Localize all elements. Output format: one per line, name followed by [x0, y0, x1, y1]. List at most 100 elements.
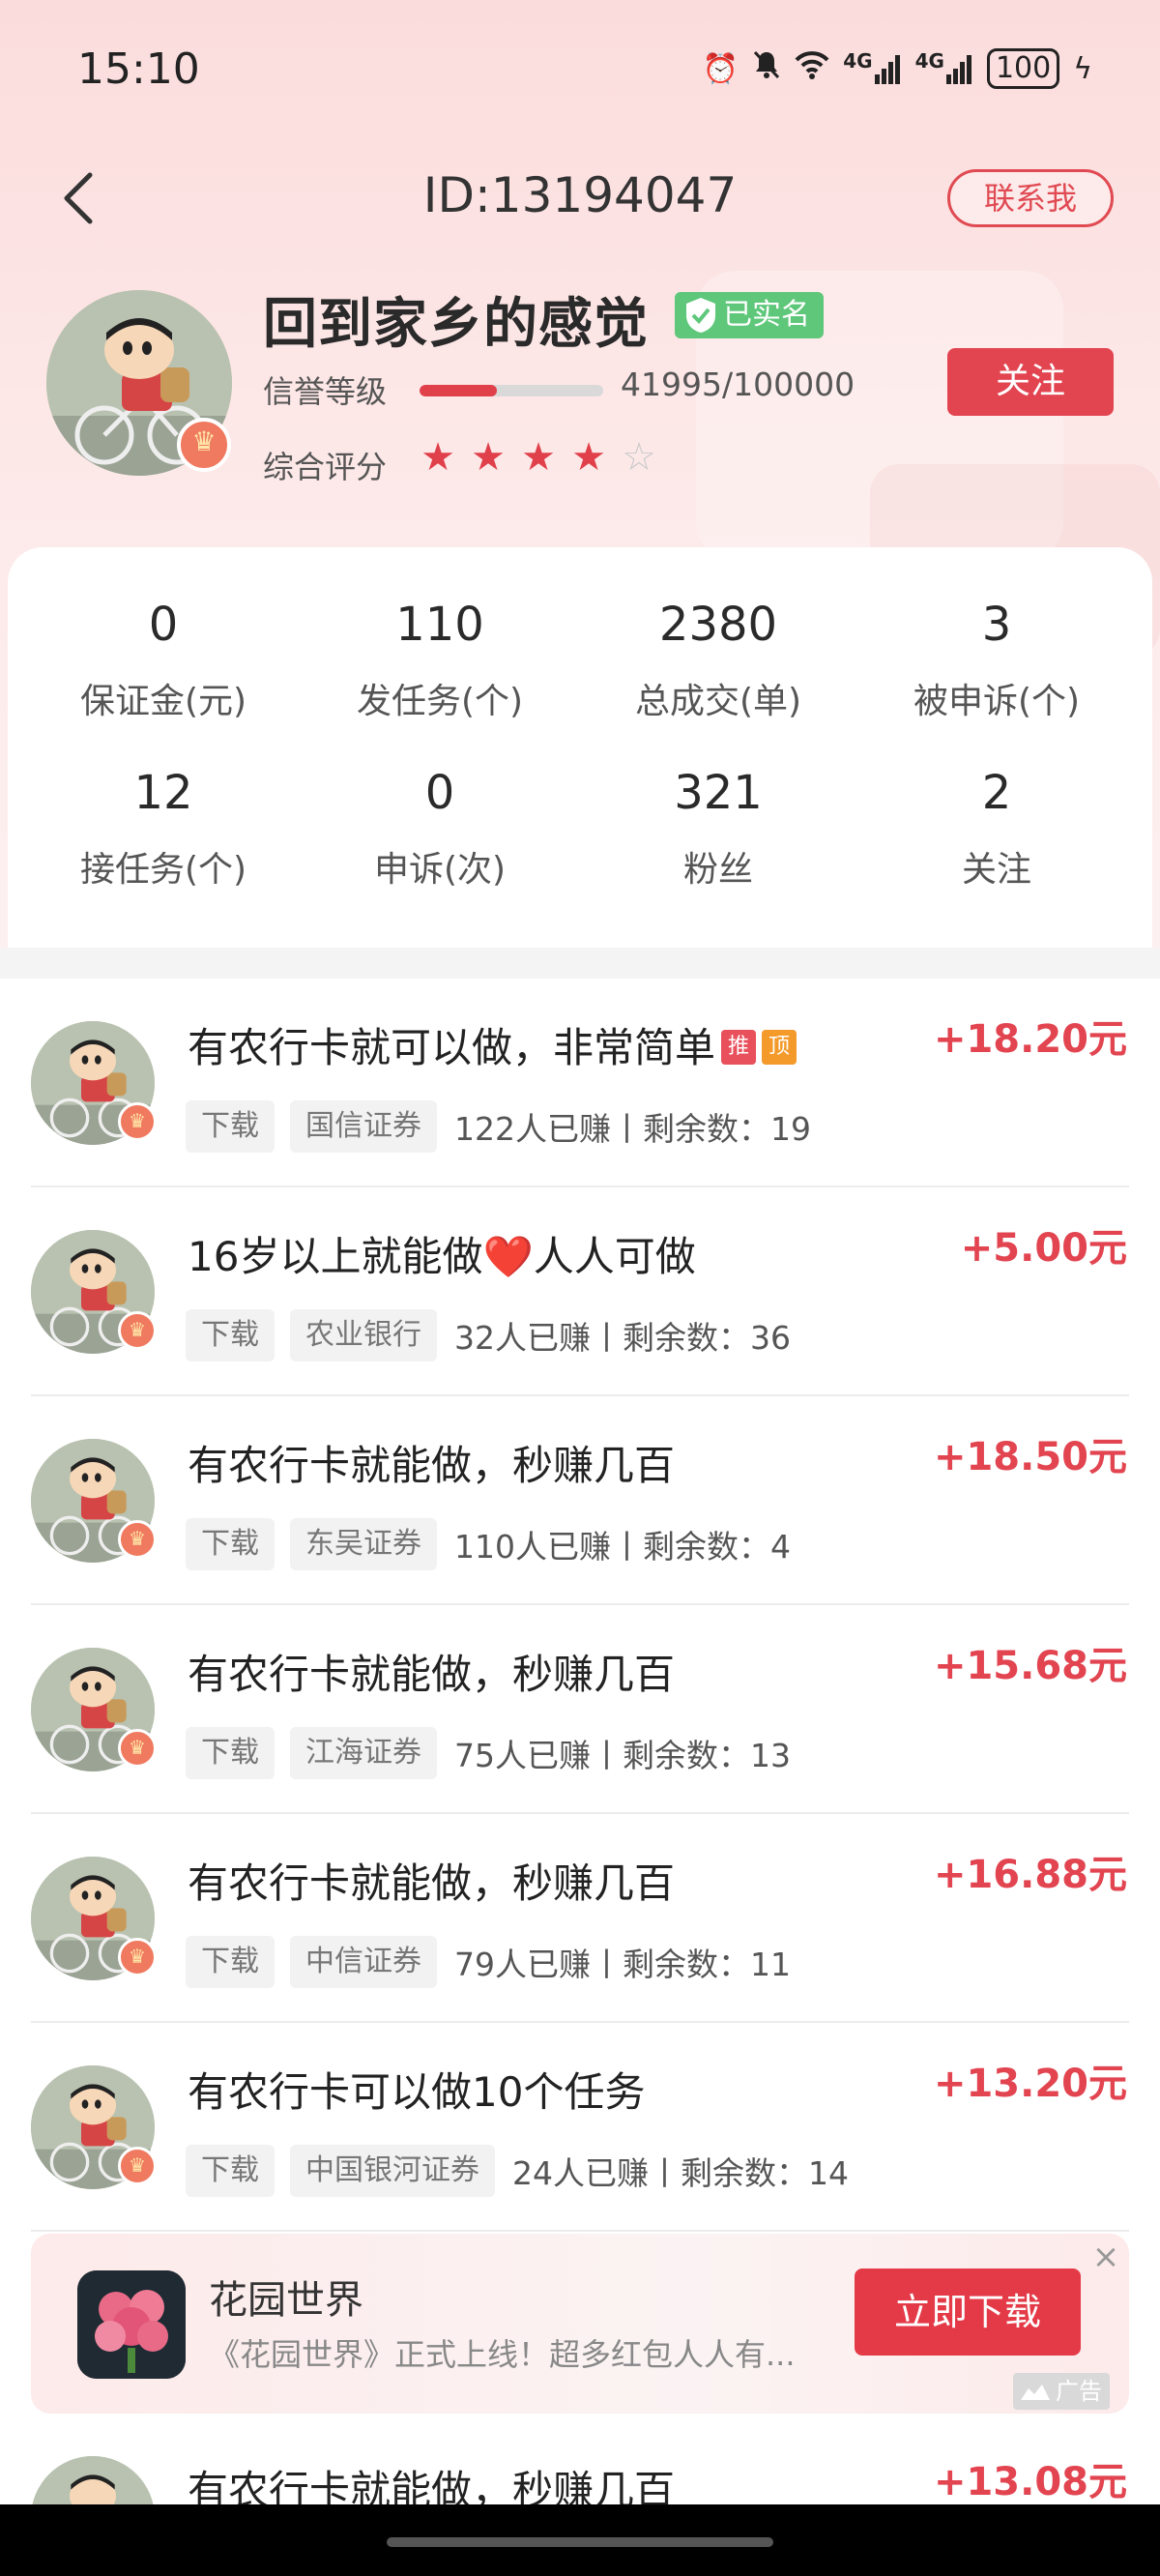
ad-app-icon	[77, 2270, 186, 2379]
stat-label: 接任务(个)	[79, 850, 247, 890]
contact-me-button[interactable]: 联系我	[947, 169, 1114, 227]
vip-badge-icon	[118, 1311, 157, 1350]
stat-label: 申诉(次)	[373, 850, 507, 890]
stat-label: 保证金(元)	[79, 682, 247, 721]
task-title: 16岁以上就能做❤️人人可做	[188, 1233, 696, 1280]
task-item[interactable]: 有农行卡就能做，秒赚几百 +16.88元 下载 中信证券 79人已赚丨剩余数：1…	[0, 1814, 1160, 2023]
stat-label: 总成交(单)	[634, 682, 802, 721]
charging-icon: ϟ	[1073, 51, 1092, 86]
task-item[interactable]: 有农行卡就能做，秒赚几百 +18.50元 下载 东吴证券 110人已赚丨剩余数：…	[0, 1396, 1160, 1605]
score-label: 综合评分	[263, 449, 388, 485]
task-reward: +13.20元	[933, 2062, 1127, 2106]
task-item[interactable]: 有农行卡就能做，秒赚几百 +15.68元 下载 江海证券 75人已赚丨剩余数：1…	[0, 1605, 1160, 1814]
task-category-tag: 东吴证券	[290, 1518, 437, 1570]
username: 回到家乡的感觉	[263, 293, 649, 356]
download-now-button[interactable]: 立即下载	[855, 2269, 1081, 2356]
task-title-row: 16岁以上就能做❤️人人可做	[188, 1224, 696, 1283]
stat-total-deals[interactable]: 2380 总成交(单)	[578, 598, 858, 723]
task-item[interactable]: 有农行卡就可以做，非常简单推顶 +18.20元 下载 国信证券 122人已赚丨剩…	[0, 979, 1160, 1187]
task-tags: 下载 东吴证券 110人已赚丨剩余数：4	[186, 1518, 791, 1570]
pinned-badge: 顶	[762, 1029, 798, 1065]
task-tags: 下载 江海证券 75人已赚丨剩余数：13	[186, 1727, 791, 1779]
stat-fans[interactable]: 321 粉丝	[578, 766, 858, 892]
mute-icon	[752, 49, 781, 88]
stat-accepted-tasks[interactable]: 12 接任务(个)	[23, 766, 304, 892]
reputation-progress-bar	[420, 385, 603, 396]
vip-badge-icon	[118, 1938, 157, 1976]
task-category-tag: 农业银行	[290, 1309, 437, 1361]
system-navigation-bar	[0, 2504, 1160, 2576]
stat-label: 发任务(个)	[356, 682, 524, 721]
task-type-tag: 下载	[186, 1309, 275, 1361]
star-filled-icon: ★	[521, 435, 556, 480]
follow-button[interactable]: 关注	[947, 348, 1114, 416]
task-category-tag: 江海证券	[290, 1727, 437, 1779]
battery-icon: 100	[986, 48, 1060, 89]
task-title: 有农行卡就能做，秒赚几百	[188, 1651, 676, 1698]
ad-title: 花园世界	[209, 2278, 363, 2323]
star-empty-icon: ☆	[622, 435, 656, 480]
stat-label: 粉丝	[682, 850, 753, 890]
task-title-row: 有农行卡就能做，秒赚几百	[188, 1851, 675, 1910]
divider	[31, 2230, 1129, 2232]
reputation-label: 信誉等级	[263, 373, 388, 410]
task-title-row: 有农行卡可以做10个任务	[188, 2060, 645, 2119]
task-category-tag: 国信证券	[290, 1100, 437, 1153]
recommended-badge: 推	[721, 1029, 757, 1065]
stat-published-tasks[interactable]: 110 发任务(个)	[300, 598, 580, 723]
user-profile: 回到家乡的感觉 已实名 信誉等级 41995/100000 综合评分 ★ ★ ★ ★ ☆…	[0, 280, 1160, 512]
close-icon[interactable]: ×	[1087, 2238, 1125, 2276]
stats-card: 0 保证金(元) 110 发任务(个) 2380 总成交(单) 3 被申诉(个)…	[8, 547, 1152, 948]
stat-value: 0	[424, 766, 455, 820]
task-type-tag: 下载	[186, 1936, 275, 1988]
task-title: 有农行卡可以做10个任务	[188, 2068, 646, 2116]
task-item[interactable]: 16岁以上就能做❤️人人可做 +5.00元 下载 农业银行 32人已赚丨剩余数：…	[0, 1187, 1160, 1396]
task-tags: 下载 国信证券 122人已赚丨剩余数：19	[186, 1100, 811, 1153]
task-reward: +15.68元	[933, 1644, 1127, 1688]
stat-value: 2380	[658, 598, 778, 652]
task-item[interactable]: 有农行卡可以做10个任务 +13.20元 下载 中国银河证券 24人已赚丨剩余数…	[0, 2023, 1160, 2232]
stat-label: 被申诉(个)	[913, 682, 1081, 721]
stat-deposit[interactable]: 0 保证金(元)	[23, 598, 304, 723]
cloud-icon	[1021, 2385, 1050, 2400]
stat-appeals[interactable]: 0 申诉(次)	[300, 766, 580, 892]
task-type-tag: 下载	[186, 2145, 275, 2197]
status-time: 15:10	[77, 44, 200, 94]
task-reward: +5.00元	[960, 1226, 1127, 1271]
task-type-tag: 下载	[186, 1518, 275, 1570]
task-reward: +13.08元	[933, 2460, 1127, 2504]
vip-badge-icon	[118, 1102, 157, 1141]
task-meta: 24人已赚丨剩余数：14	[512, 2154, 849, 2192]
vip-badge-icon	[118, 2147, 157, 2185]
home-indicator[interactable]	[387, 2537, 773, 2547]
ad-label-text: 广告	[1056, 2378, 1102, 2405]
verified-badge: 已实名	[675, 292, 824, 338]
stat-label: 关注	[961, 850, 1031, 890]
star-filled-icon: ★	[420, 435, 455, 480]
task-tags: 下载 中信证券 79人已赚丨剩余数：11	[186, 1936, 791, 1988]
ad-label: 广告	[1013, 2373, 1110, 2410]
stat-value: 2	[981, 766, 1012, 820]
task-title: 有农行卡就能做，秒赚几百	[188, 1442, 676, 1489]
alarm-icon: ⏰	[702, 51, 740, 86]
stat-value: 110	[395, 598, 484, 652]
vip-badge-icon	[177, 418, 231, 472]
task-meta: 32人已赚丨剩余数：36	[454, 1319, 791, 1357]
ad-banner[interactable]: 花园世界 《花园世界》正式上线！超多红包人人有... 立即下载 × 广告	[31, 2234, 1129, 2414]
task-reward: +16.88元	[933, 1853, 1127, 1897]
task-title-row: 有农行卡就可以做，非常简单推顶	[188, 1015, 798, 1074]
reputation-value: 41995/100000	[621, 366, 856, 403]
cell-signal-1: 4G	[843, 49, 901, 84]
task-reward: +18.50元	[933, 1435, 1127, 1479]
verified-label: 已实名	[723, 298, 810, 332]
task-title: 有农行卡就可以做，非常简单	[188, 1024, 716, 1071]
task-meta: 79人已赚丨剩余数：11	[454, 1946, 791, 1983]
navigation-bar: ID:13194047 联系我	[0, 160, 1160, 237]
task-title: 有农行卡就能做，秒赚几百	[188, 1859, 676, 1907]
stat-value: 321	[674, 766, 763, 820]
task-reward: +18.20元	[933, 1017, 1127, 1062]
vip-badge-icon	[118, 1520, 157, 1559]
stat-complained[interactable]: 3 被申诉(个)	[856, 598, 1137, 723]
section-divider	[0, 948, 1160, 979]
stat-following[interactable]: 2 关注	[856, 766, 1137, 892]
